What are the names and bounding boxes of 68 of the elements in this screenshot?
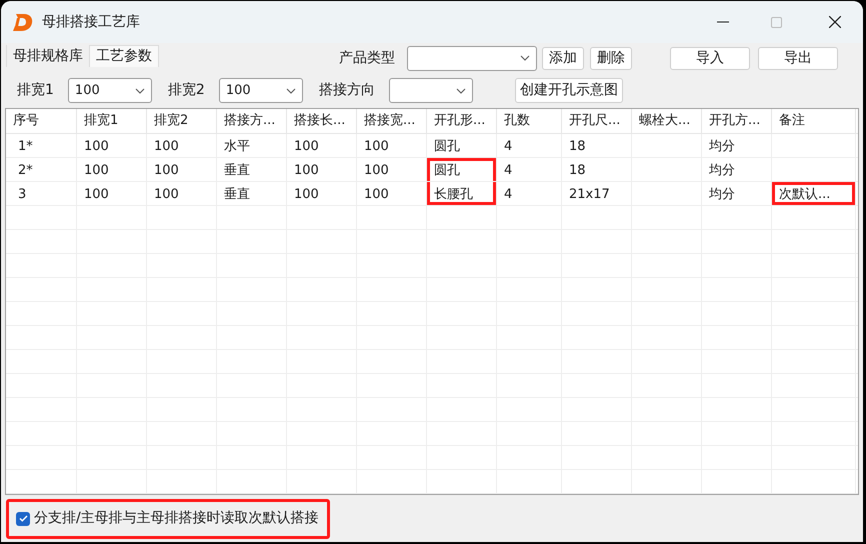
- close-icon[interactable]: [829, 16, 841, 28]
- table-cell: 均分: [702, 134, 772, 157]
- table-cell: 18: [562, 158, 632, 181]
- table-cell: 100: [147, 182, 217, 205]
- table-cell: 4: [497, 134, 562, 157]
- minimize-icon[interactable]: [717, 21, 729, 23]
- toolbar-button[interactable]: 添加: [542, 46, 584, 70]
- table-cell: 次默认...: [772, 182, 856, 205]
- table-cell: 1*: [6, 134, 77, 157]
- table-cell: 垂直: [217, 182, 287, 205]
- column-header[interactable]: 序号: [6, 109, 77, 133]
- toolbar-button[interactable]: 导出: [758, 46, 838, 70]
- table-cell: 100: [77, 158, 147, 181]
- column-header[interactable]: 搭接宽...: [357, 109, 427, 133]
- table-cell: 18: [562, 134, 632, 157]
- table-cell: 100: [357, 158, 427, 181]
- table-cell: 3: [6, 182, 77, 205]
- table-cell: 100: [287, 134, 357, 157]
- table-cell: 100: [357, 182, 427, 205]
- table-cell: 水平: [217, 134, 287, 157]
- product-type-label: 产品类型: [339, 48, 395, 68]
- column-header[interactable]: 开孔形...: [427, 109, 497, 133]
- dropdown-field[interactable]: 100: [218, 78, 303, 103]
- dropdown-field[interactable]: [407, 46, 537, 70]
- chevron-down-icon: [456, 88, 466, 94]
- table-cell: 2*: [6, 158, 77, 181]
- table-cell: 100: [77, 182, 147, 205]
- column-header[interactable]: 备注: [772, 109, 856, 133]
- chevron-down-icon: [520, 55, 530, 61]
- column-header[interactable]: 搭接方...: [217, 109, 287, 133]
- table-cell: 100: [287, 182, 357, 205]
- check-icon: [18, 515, 28, 522]
- window-title: 母排搭接工艺库: [42, 12, 140, 32]
- table-cell: 4: [497, 158, 562, 181]
- table-cell: 100: [147, 158, 217, 181]
- chevron-down-icon: [134, 88, 145, 94]
- column-header[interactable]: 开孔方...: [702, 109, 772, 133]
- table-cell: 100: [77, 134, 147, 157]
- column-header[interactable]: 排宽1: [77, 109, 147, 133]
- column-header[interactable]: 螺栓大...: [632, 109, 702, 133]
- column-header[interactable]: 开孔尺...: [562, 109, 632, 133]
- table-cell: 圆孔: [427, 158, 497, 181]
- table-cell: 100: [287, 158, 357, 181]
- dropdown-field[interactable]: 100: [68, 78, 152, 103]
- table-cell: 均分: [702, 182, 772, 205]
- option-label: 分支排/主母排与主母排搭接时读取次默认搭接: [34, 509, 319, 528]
- column-header[interactable]: 孔数: [497, 109, 562, 133]
- option-checkbox[interactable]: [16, 512, 30, 526]
- toolbar-button[interactable]: 删除: [590, 46, 632, 70]
- dropdown-field[interactable]: [388, 78, 473, 103]
- chevron-down-icon: [286, 88, 296, 94]
- table-cell: 100: [357, 134, 427, 157]
- filter-label: 排宽2: [168, 81, 205, 100]
- column-header[interactable]: 搭接长...: [287, 109, 357, 133]
- column-header[interactable]: 排宽2: [147, 109, 217, 133]
- table-cell: 4: [497, 182, 562, 205]
- filter-label: 搭接方向: [318, 81, 375, 100]
- toolbar-button[interactable]: 导入: [670, 46, 750, 70]
- table-cell: 均分: [702, 158, 772, 181]
- app-logo-icon: [12, 12, 34, 32]
- table-cell: 21x17: [562, 182, 632, 205]
- tab[interactable]: 工艺参数: [89, 45, 159, 67]
- filter-label: 排宽1: [17, 81, 54, 100]
- table-cell: 圆孔: [427, 134, 497, 157]
- table-cell: 垂直: [217, 158, 287, 181]
- table-cell: 100: [147, 134, 217, 157]
- create-diagram-button[interactable]: 创建开孔示意图: [514, 78, 623, 103]
- table-cell: 长腰孔: [427, 182, 497, 205]
